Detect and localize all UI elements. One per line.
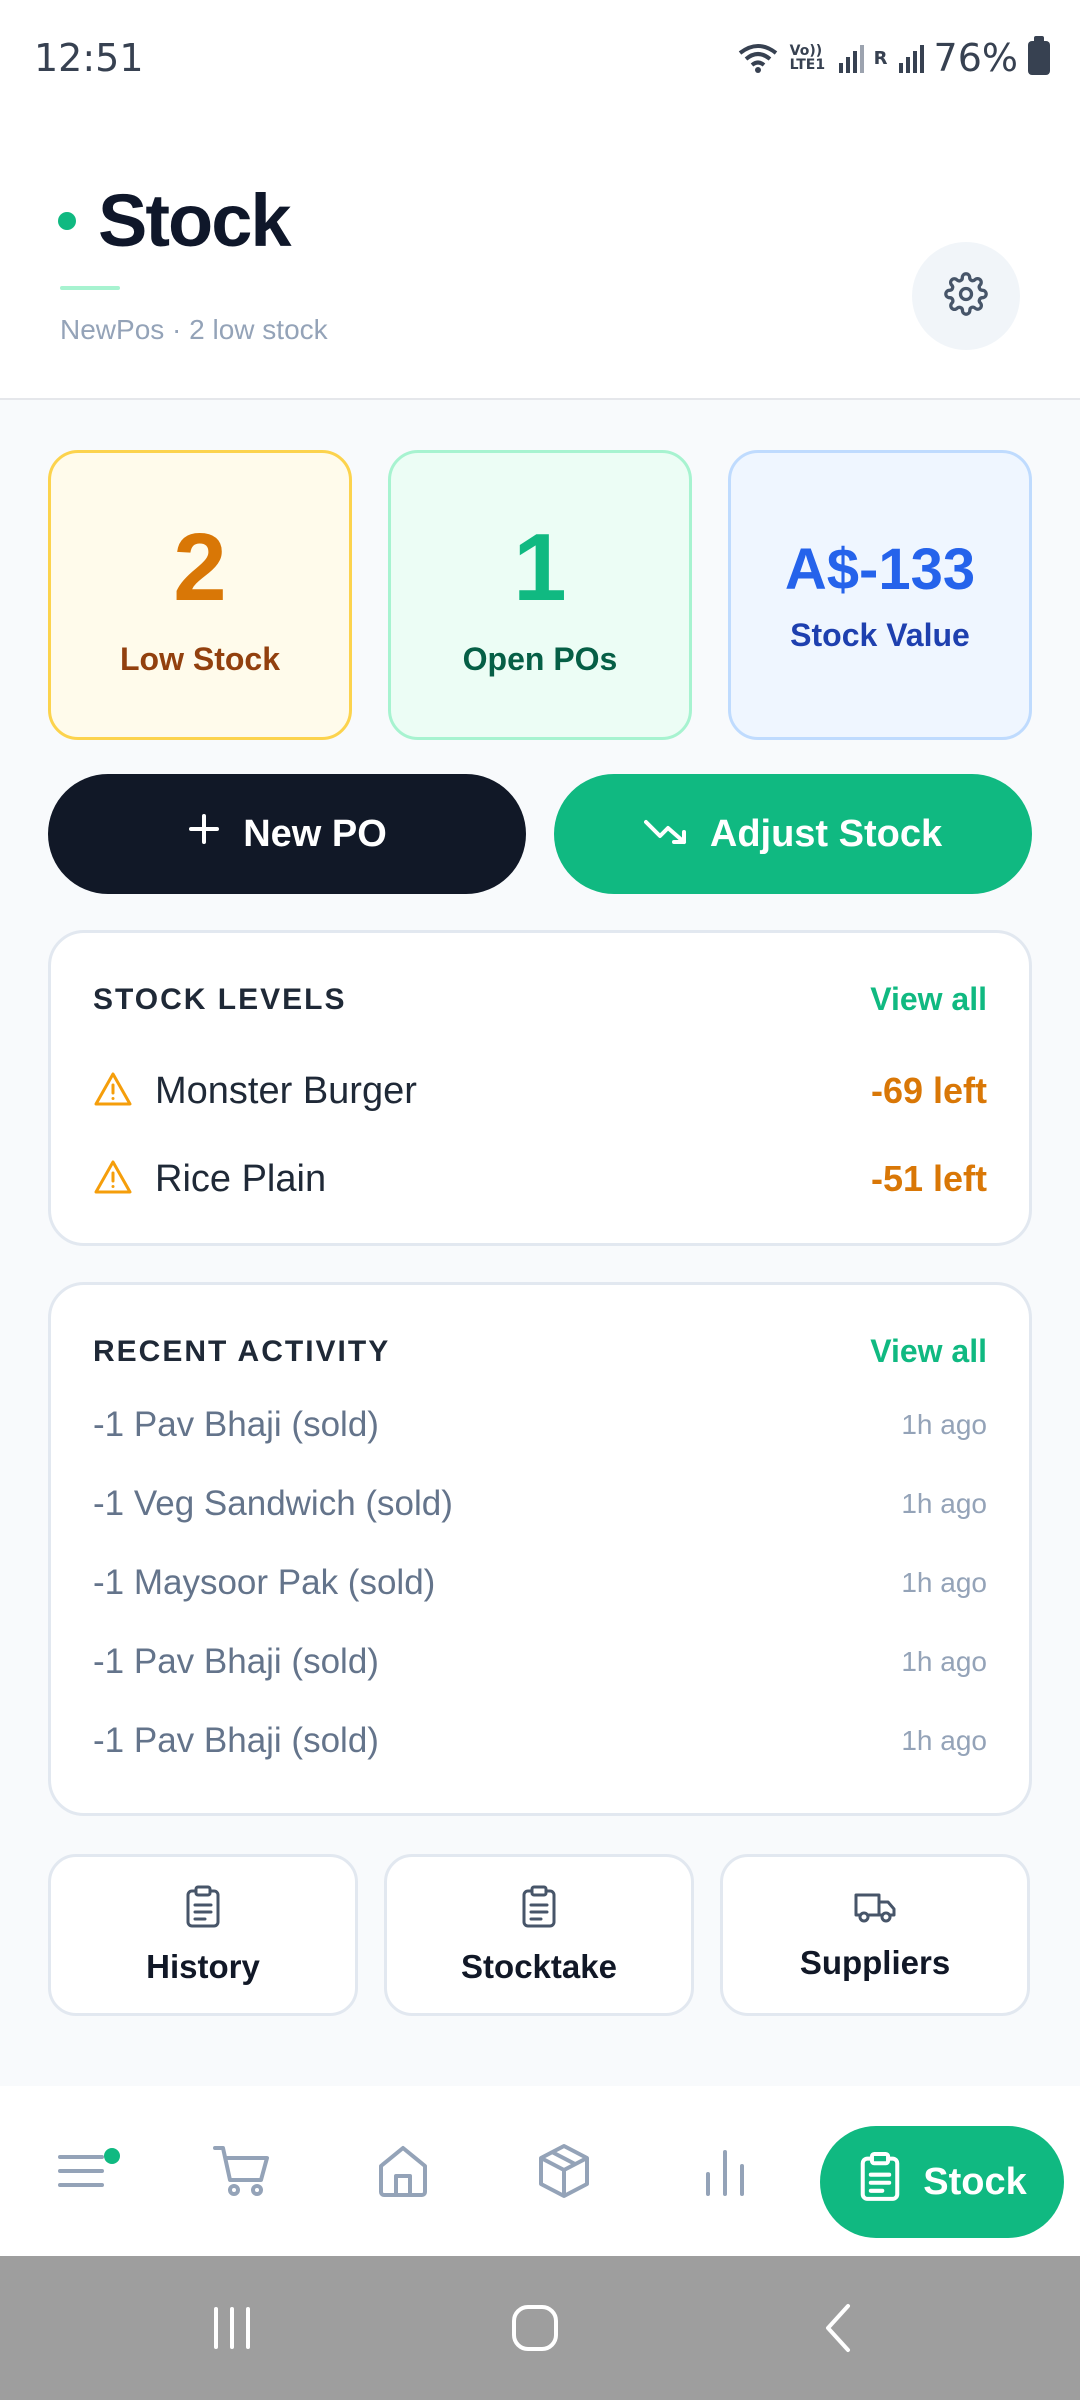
recent-activity-view-all-link[interactable]: View all xyxy=(870,1333,987,1370)
page-title: Stock xyxy=(98,179,292,262)
list-item[interactable]: Monster Burger -69 left xyxy=(93,1061,987,1121)
activity-time: 1h ago xyxy=(901,1725,987,1756)
box-icon[interactable] xyxy=(529,2136,599,2206)
card-header: STOCK LEVELS View all xyxy=(93,981,987,1018)
stat-value: A$-133 xyxy=(784,537,976,602)
recent-activity-card: RECENT ACTIVITY View all -1 Pav Bhaji (s… xyxy=(48,1282,1032,1816)
status-bar: 12:51 Vo)) LTE1 R 76% xyxy=(0,0,1080,120)
activity-desc: -1 Maysoor Pak (sold) xyxy=(93,1563,436,1602)
activity-time: 1h ago xyxy=(901,1488,987,1519)
item-quantity: -69 left xyxy=(870,1070,987,1111)
status-dot xyxy=(58,211,76,230)
home-button-icon[interactable] xyxy=(495,2292,575,2364)
stat-label: Low Stock xyxy=(119,640,280,677)
item-name: Monster Burger xyxy=(155,1069,417,1112)
stat-value: 1 xyxy=(513,513,567,621)
activity-desc: -1 Veg Sandwich (sold) xyxy=(93,1484,453,1523)
status-time: 12:51 xyxy=(34,36,144,80)
page-subtitle: NewPos · 2 low stock xyxy=(60,314,328,345)
title-underline xyxy=(60,286,120,290)
notification-dot xyxy=(104,2148,120,2164)
signal-icon-2 xyxy=(898,43,924,73)
stat-low-stock[interactable]: 2 Low Stock xyxy=(48,450,352,740)
list-item[interactable]: -1 Pav Bhaji (sold) 1h ago xyxy=(93,1397,987,1453)
title-row: Stock xyxy=(58,178,292,263)
history-tile[interactable]: History xyxy=(48,1854,358,2016)
adjust-stock-label: Adjust Stock xyxy=(709,812,943,855)
item-name: Rice Plain xyxy=(155,1157,327,1200)
list-item[interactable]: Rice Plain -51 left xyxy=(93,1149,987,1209)
activity-desc: -1 Pav Bhaji (sold) xyxy=(93,1405,379,1444)
stock-levels-view-all-link[interactable]: View all xyxy=(870,981,987,1018)
list-item[interactable]: -1 Veg Sandwich (sold) 1h ago xyxy=(93,1476,987,1532)
nav-stock-label: Stock xyxy=(923,2160,1027,2203)
activity-time: 1h ago xyxy=(901,1567,987,1598)
new-po-label: New PO xyxy=(243,812,387,855)
list-item[interactable]: -1 Pav Bhaji (sold) 1h ago xyxy=(93,1713,987,1769)
list-item[interactable]: -1 Maysoor Pak (sold) 1h ago xyxy=(93,1555,987,1611)
recent-activity-title: RECENT ACTIVITY xyxy=(93,1334,391,1368)
warning-icon xyxy=(93,1071,133,1112)
stat-label: Stock Value xyxy=(790,617,970,653)
home-icon[interactable] xyxy=(368,2136,438,2206)
clipboard-icon xyxy=(519,1885,559,1934)
tile-label: Suppliers xyxy=(799,1943,951,1981)
stat-label: Open POs xyxy=(462,640,618,677)
lte-label: Vo)) LTE1 xyxy=(789,43,826,73)
warning-icon xyxy=(93,1159,133,1200)
plus-icon xyxy=(187,812,221,856)
new-po-button[interactable]: New PO xyxy=(48,774,526,894)
status-icons: Vo)) LTE1 R 76% xyxy=(736,36,1050,80)
stock-levels-title: STOCK LEVELS xyxy=(93,982,347,1016)
battery-icon xyxy=(1028,36,1050,75)
bottom-nav: Stock xyxy=(0,2086,1080,2256)
truck-icon xyxy=(853,1889,897,1930)
item-quantity: -51 left xyxy=(870,1158,987,1199)
clipboard-icon xyxy=(183,1885,223,1934)
adjust-stock-button[interactable]: Adjust Stock xyxy=(554,774,1032,894)
activity-desc: -1 Pav Bhaji (sold) xyxy=(93,1642,379,1681)
roaming-label: R xyxy=(873,47,888,69)
list-item[interactable]: -1 Pav Bhaji (sold) 1h ago xyxy=(93,1634,987,1690)
wifi-icon xyxy=(736,41,780,75)
tile-label: Stocktake xyxy=(461,1947,617,1985)
trending-down-icon xyxy=(643,813,688,856)
main-content: 2 Low Stock 1 Open POs A$-133 Stock Valu… xyxy=(0,400,1080,2086)
menu-icon[interactable] xyxy=(46,2136,116,2206)
battery-percent: 76% xyxy=(933,36,1018,80)
signal-icon xyxy=(838,43,864,73)
settings-button[interactable] xyxy=(912,242,1020,350)
card-header: RECENT ACTIVITY View all xyxy=(93,1333,987,1370)
recents-icon[interactable] xyxy=(192,2292,272,2364)
stock-levels-card: STOCK LEVELS View all Monster Burger -69… xyxy=(48,930,1032,1246)
nav-stock-button[interactable]: Stock xyxy=(820,2126,1064,2238)
page-header: Stock NewPos · 2 low stock xyxy=(0,120,1080,400)
clipboard-icon xyxy=(857,2151,903,2213)
chart-icon[interactable] xyxy=(690,2136,760,2206)
stat-open-pos[interactable]: 1 Open POs xyxy=(388,450,692,740)
activity-time: 1h ago xyxy=(901,1409,987,1440)
stat-value: 2 xyxy=(173,513,227,621)
activity-time: 1h ago xyxy=(901,1646,987,1677)
stocktake-tile[interactable]: Stocktake xyxy=(384,1854,694,2016)
tile-label: History xyxy=(146,1947,260,1985)
suppliers-tile[interactable]: Suppliers xyxy=(720,1854,1030,2016)
cart-icon[interactable] xyxy=(207,2136,277,2206)
stat-stock-value[interactable]: A$-133 Stock Value xyxy=(728,450,1032,740)
back-icon[interactable] xyxy=(798,2292,878,2364)
activity-desc: -1 Pav Bhaji (sold) xyxy=(93,1721,379,1760)
system-nav-bar xyxy=(0,2256,1080,2400)
gear-icon xyxy=(944,271,988,321)
